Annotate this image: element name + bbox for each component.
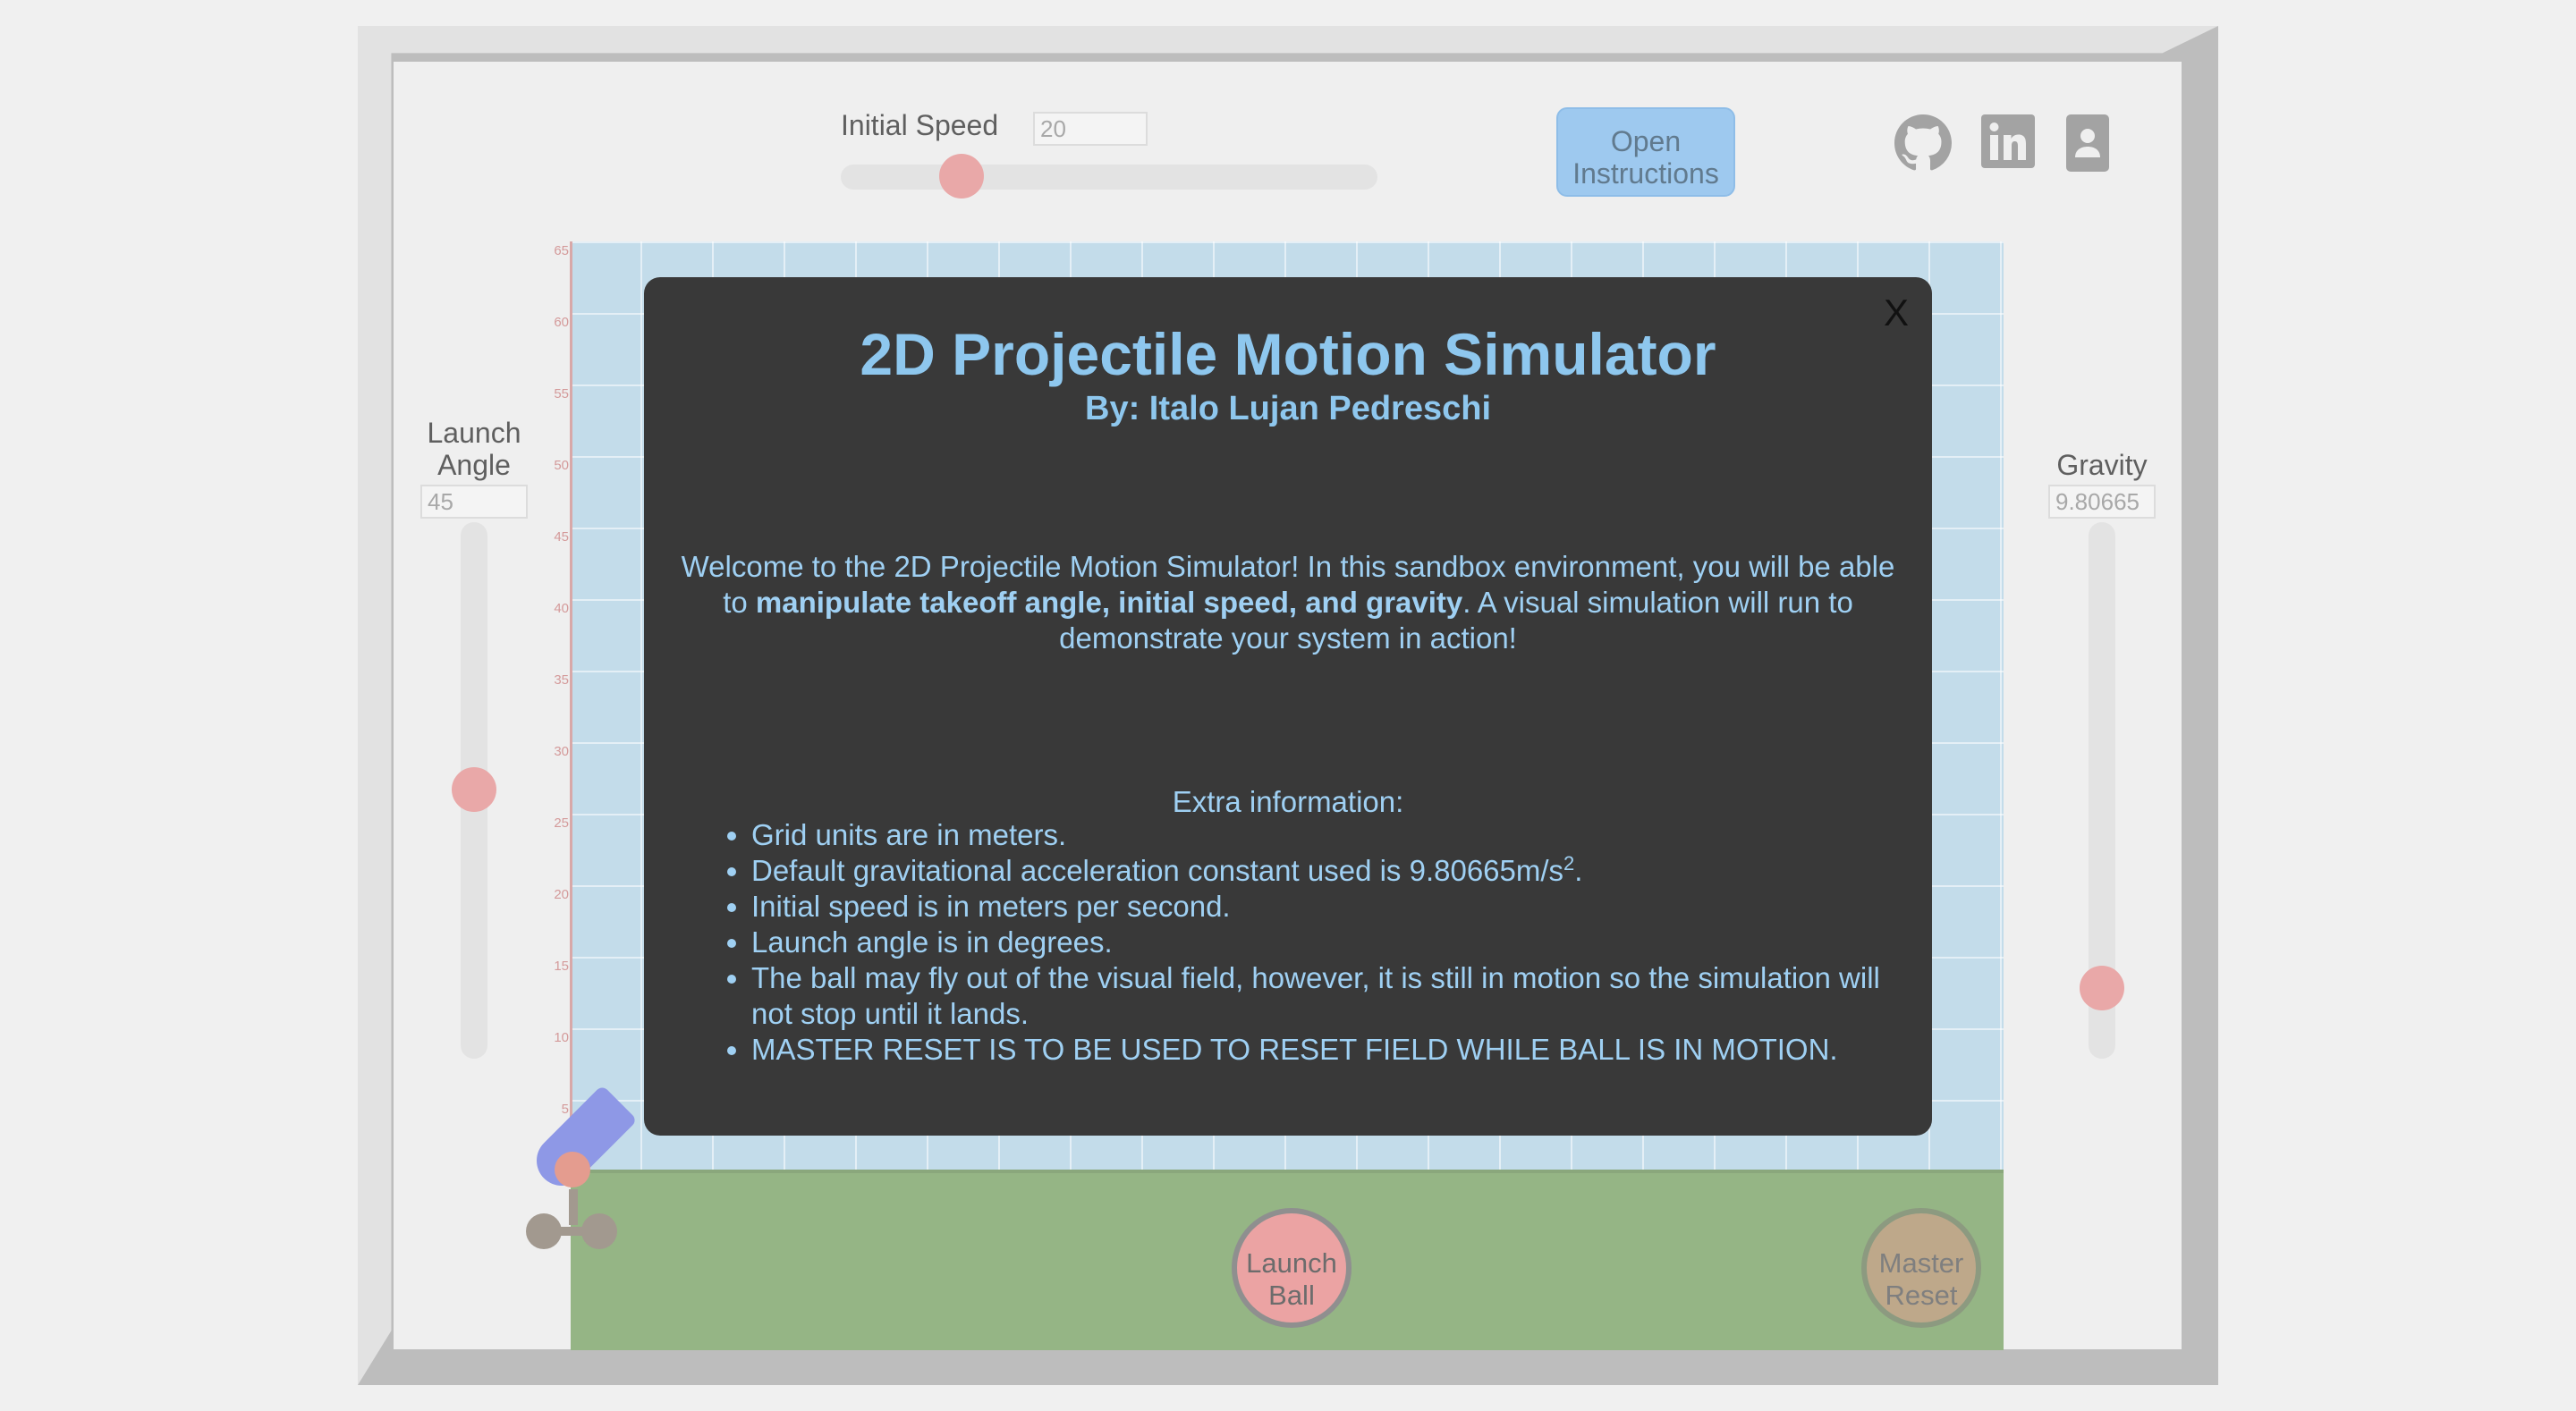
list-item: The ball may fly out of the visual field…	[751, 960, 1914, 1032]
launch-angle-slider-thumb[interactable]	[452, 767, 496, 812]
extra-info-list: Grid units are in meters. Default gravit…	[707, 817, 1914, 1068]
initial-speed-input[interactable]	[1033, 112, 1148, 146]
github-icon[interactable]	[1894, 114, 1952, 172]
initial-speed-slider-thumb[interactable]	[939, 154, 984, 199]
welcome-bold: manipulate takeoff angle, initial speed,…	[755, 586, 1463, 619]
list-item: Default gravitational acceleration const…	[751, 853, 1914, 889]
launch-angle-label-line2: Angle	[437, 449, 511, 481]
launch-label-line1: Launch	[1246, 1246, 1337, 1279]
open-instructions-button[interactable]: Open Instructions	[1556, 107, 1735, 197]
initial-speed-label: Initial Speed	[841, 109, 999, 141]
initial-speed-slider[interactable]	[841, 165, 1377, 190]
gravity-label: Gravity	[2056, 449, 2148, 481]
profile-icon[interactable]	[2066, 114, 2123, 172]
modal-welcome-text: Welcome to the 2D Projectile Motion Simu…	[669, 549, 1907, 656]
y-tick-label: 30	[554, 744, 569, 759]
extra-info-heading: Extra information:	[1172, 785, 1404, 818]
ground-line	[571, 1170, 2004, 1173]
gravity-constant-text: Default gravitational acceleration const…	[751, 854, 1564, 887]
open-instructions-label-line2: Instructions	[1572, 156, 1719, 190]
list-item: MASTER RESET IS TO BE USED TO RESET FIEL…	[751, 1032, 1914, 1068]
y-tick-label: 5	[561, 1102, 569, 1117]
y-tick-label: 25	[554, 815, 569, 831]
gravity-unit-exponent: 2	[1563, 852, 1575, 874]
y-tick-label: 65	[554, 243, 569, 258]
launch-ball-button[interactable]: Launch Ball	[1232, 1208, 1352, 1328]
modal-subtitle: By: Italo Lujan Pedreschi	[1085, 390, 1491, 427]
y-tick-label: 60	[554, 315, 569, 330]
y-tick-label: 50	[554, 458, 569, 473]
launch-label-line2: Ball	[1268, 1279, 1315, 1311]
open-instructions-label-line1: Open	[1610, 124, 1682, 157]
modal-title: 2D Projectile Motion Simulator	[860, 321, 1716, 387]
y-tick-label: 15	[554, 959, 569, 974]
reset-label-line2: Reset	[1885, 1279, 1958, 1311]
reset-label-line1: Master	[1878, 1246, 1964, 1279]
list-item: Grid units are in meters.	[751, 817, 1914, 853]
cannon-wheel-left	[526, 1213, 562, 1249]
launch-angle-label-line1: Launch	[427, 417, 521, 449]
gravity-input[interactable]	[2048, 485, 2156, 519]
launch-angle-input[interactable]	[420, 485, 528, 519]
cannon-post	[569, 1189, 578, 1225]
gravity-slider-thumb[interactable]	[2080, 966, 2124, 1010]
y-axis	[570, 241, 572, 1171]
list-item: Launch angle is in degrees.	[751, 925, 1914, 960]
launch-angle-label: Launch Angle	[413, 417, 535, 481]
y-tick-label: 10	[554, 1030, 569, 1045]
instructions-modal: X 2D Projectile Motion Simulator By: Ita…	[644, 277, 1932, 1136]
gravity-unit-suffix: .	[1574, 854, 1583, 887]
cannon-wheel-right	[581, 1213, 617, 1249]
y-tick-label: 20	[554, 887, 569, 902]
y-tick-label: 35	[554, 672, 569, 688]
master-reset-button[interactable]: Master Reset	[1861, 1208, 1981, 1328]
y-tick-label: 55	[554, 386, 569, 401]
y-tick-label: 40	[554, 601, 569, 616]
linkedin-icon[interactable]	[1981, 114, 2038, 172]
y-tick-label: 45	[554, 529, 569, 545]
list-item: Initial speed is in meters per second.	[751, 889, 1914, 925]
projectile-ball	[555, 1152, 590, 1187]
